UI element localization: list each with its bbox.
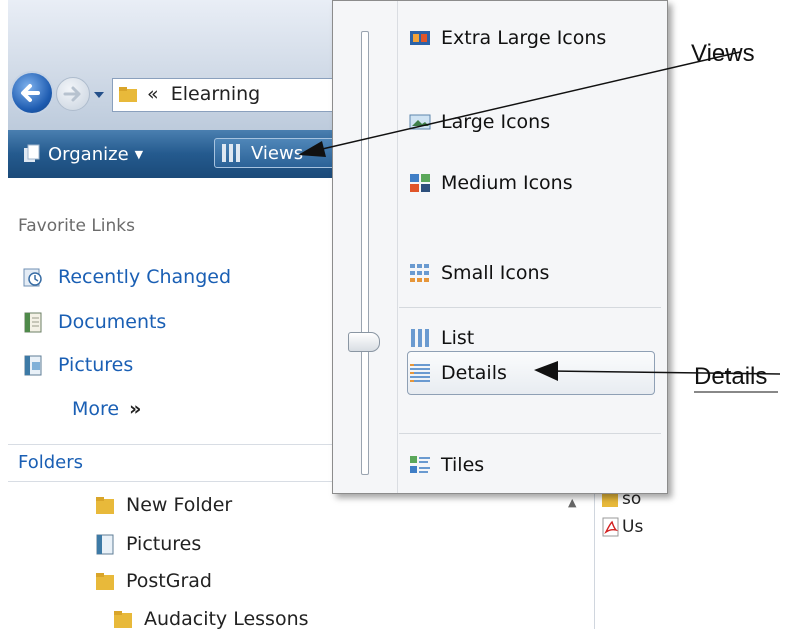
- details-callout-arrowhead: [534, 361, 558, 381]
- callout-arrows: [298, 51, 781, 393]
- views-callout-line: [317, 51, 741, 151]
- details-callout-line: [549, 370, 781, 375]
- views-callout-arrowhead: [298, 141, 326, 157]
